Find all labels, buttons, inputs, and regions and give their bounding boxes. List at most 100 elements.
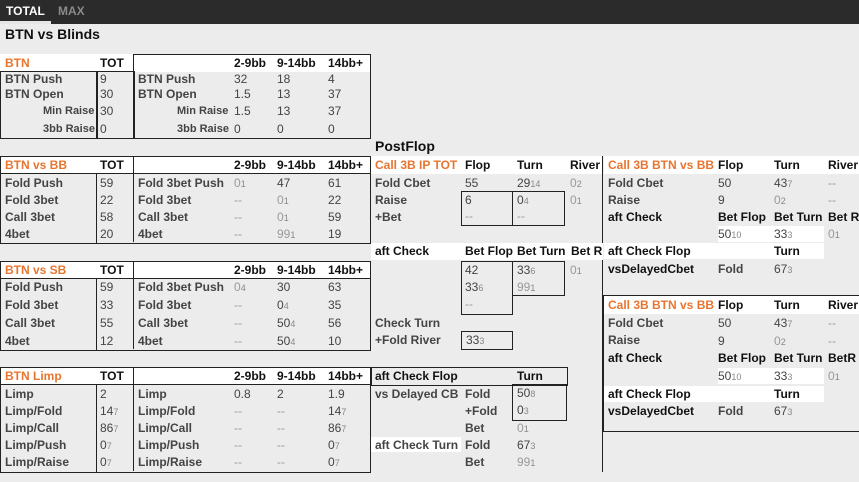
row-label: Fold Cbet: [608, 176, 664, 190]
col-turn: Turn: [774, 387, 800, 401]
row-label: Fold Push: [5, 176, 63, 190]
tab-total[interactable]: TOTAL: [0, 0, 51, 24]
stat-value: 437: [774, 316, 793, 330]
stat-value: 07: [328, 455, 340, 469]
stat-value: 42: [465, 263, 479, 277]
row-label: Fold: [718, 262, 744, 276]
row-label: vsDelayedCbet: [608, 404, 695, 418]
stat-value: 19: [328, 227, 342, 241]
row-label: aft Check: [608, 210, 663, 224]
stat-value: 01: [277, 210, 289, 224]
col-flop: Flop: [718, 158, 744, 172]
row-label: +Fold: [465, 404, 498, 418]
call-3b-btn-vs-bb-title: Call 3B BTN vs BB: [608, 298, 715, 312]
row-label: Fold 3bet Push: [138, 280, 225, 294]
row-label: aft Check: [608, 351, 663, 365]
col-9-14bb: 9-14bb: [277, 369, 316, 383]
section-title: BTN vs Blinds: [5, 26, 100, 42]
stat-value: 504: [277, 334, 296, 348]
stat-value: 50: [718, 316, 732, 330]
col-turn: Turn: [774, 298, 800, 312]
col-turn: Turn: [517, 369, 543, 383]
row-label: Limp: [5, 387, 34, 401]
row-label: Limp/Call: [5, 421, 60, 435]
row-label: Limp/Raise: [5, 455, 70, 469]
stat-value: 04: [517, 193, 529, 207]
stat-value: 4: [328, 72, 335, 86]
stat-value: 5010: [718, 369, 742, 383]
stat-value: 59: [100, 176, 114, 190]
stat-value: 30: [277, 280, 291, 294]
row-label: Call 3bet: [5, 316, 56, 330]
stat-value: 9: [100, 72, 107, 86]
row-label: vs Delayed CB: [375, 387, 459, 401]
stat-value: 13: [277, 87, 291, 101]
stat-value: 03: [517, 403, 529, 417]
stat-value: --: [234, 455, 242, 469]
stat-value: 59: [100, 280, 114, 294]
stat-value: --: [828, 316, 836, 330]
row-label: Fold 3bet: [138, 193, 192, 207]
col-bet-river: Bet R: [571, 244, 603, 258]
stat-value: --: [517, 209, 525, 223]
stat-value: 12: [100, 334, 114, 348]
stat-value: 6: [465, 193, 472, 207]
stat-value: --: [234, 316, 242, 330]
col-river: River: [570, 158, 601, 172]
row-label: 4bet: [5, 334, 30, 348]
row-label: Fold Cbet: [375, 176, 431, 190]
col-tot: TOT: [100, 263, 124, 277]
col-turn: Turn: [774, 244, 800, 258]
stat-value: 58: [100, 210, 114, 224]
stat-value: --: [234, 334, 242, 348]
stat-value: 333: [774, 369, 793, 383]
row-label: Raise: [608, 333, 641, 347]
col-bet-turn: Bet Turn: [774, 351, 823, 365]
stat-value: 22: [328, 193, 342, 207]
stat-value: --: [465, 209, 473, 223]
col-bet-flop: Bet Flop: [718, 351, 766, 365]
col-turn: Turn: [517, 158, 543, 172]
stat-value: 35: [328, 298, 342, 312]
col-bet-turn: Bet Turn: [517, 244, 566, 258]
stat-value: --: [277, 404, 285, 418]
stat-value: 30: [100, 104, 114, 118]
row-label: vsDelayedCbet: [608, 262, 695, 276]
col-14bb: 14bb+: [328, 56, 364, 70]
col-2-9bb: 2-9bb: [234, 263, 267, 277]
tab-max[interactable]: MAX: [52, 0, 91, 21]
row-label: Raise: [375, 193, 408, 207]
stat-value: 10: [328, 334, 342, 348]
stat-value: 5010: [718, 227, 742, 241]
stat-value: 07: [328, 438, 340, 452]
stat-value: 0: [328, 122, 335, 136]
stat-value: 1.9: [328, 387, 345, 401]
stat-value: 991: [517, 280, 536, 294]
stat-value: 02: [774, 193, 786, 207]
stat-value: 04: [234, 280, 246, 294]
row-label: Bet: [465, 421, 485, 435]
stat-value: 13: [277, 104, 291, 118]
row-label: 3bb Raise: [177, 123, 229, 135]
stat-value: 22: [100, 193, 114, 207]
row-label: Raise: [608, 193, 641, 207]
stat-value: --: [465, 297, 473, 311]
stat-value: --: [234, 193, 242, 207]
stat-value: 30: [100, 87, 114, 101]
col-bet-river: BetR: [828, 351, 857, 365]
stat-value: --: [234, 298, 242, 312]
stat-value: 0: [277, 122, 284, 136]
row-label: BTN Push: [5, 72, 63, 86]
stat-value: 59: [328, 210, 342, 224]
stat-value: 63: [328, 280, 342, 294]
stat-value: 01: [517, 421, 529, 435]
row-label: +Fold River: [375, 333, 441, 347]
row-label: 4bet: [5, 227, 30, 241]
stat-value: 37: [328, 87, 342, 101]
stat-value: --: [828, 193, 836, 207]
stat-value: 437: [774, 176, 793, 190]
stat-value: --: [234, 421, 242, 435]
stat-value: 01: [234, 176, 246, 190]
row-label: Limp/Push: [5, 438, 67, 452]
stat-value: 01: [570, 193, 582, 207]
